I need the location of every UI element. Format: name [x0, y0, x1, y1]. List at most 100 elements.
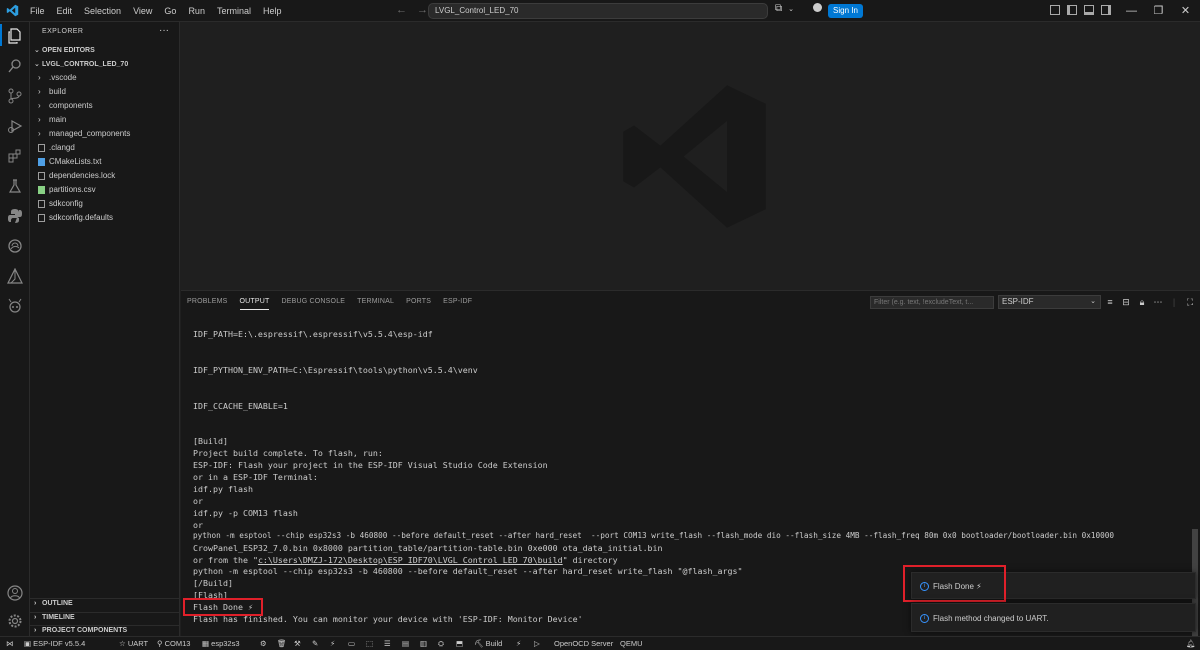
customize-layout-icon[interactable] [1050, 5, 1060, 15]
debug-icon[interactable]: ⬚ [366, 637, 373, 650]
debug-run-icon[interactable]: ▷ [534, 637, 540, 650]
tree-item-dependencies-lock[interactable]: dependencies.lock [30, 169, 180, 182]
menu-bar: File Edit Selection View Go Run Terminal… [24, 0, 287, 22]
log-line: CrowPanel_ESP32_7.0.bin 0x8000 partition… [193, 543, 663, 553]
explorer-icon[interactable] [6, 27, 24, 45]
tree-item-partitions-csv[interactable]: partitions.csv [30, 183, 180, 196]
accounts-globe-icon[interactable] [813, 3, 822, 12]
tree-item-sdkconfig-defaults[interactable]: sdkconfig.defaults [30, 211, 180, 224]
log-line-build-dir: or from the "c:\Users\DMZJ-172\Desktop\E… [193, 555, 618, 565]
account-icon[interactable] [6, 584, 24, 602]
log-line: or [193, 496, 203, 506]
menu-go[interactable]: Go [158, 0, 182, 22]
menu-file[interactable]: File [24, 0, 51, 22]
status-openocd[interactable]: OpenOCD Server [554, 637, 613, 650]
erase-icon[interactable]: ⬒ [456, 637, 463, 650]
open-editors-section[interactable]: ⌄ OPEN EDITORS [30, 46, 180, 54]
run-debug-icon[interactable] [6, 117, 24, 135]
title-bar: File Edit Selection View Go Run Terminal… [0, 0, 1200, 22]
menu-selection[interactable]: Selection [78, 0, 127, 22]
menu-edit[interactable]: Edit [51, 0, 79, 22]
source-control-icon[interactable] [6, 87, 24, 105]
status-flash-method[interactable]: ☆ UART [119, 637, 148, 650]
tree-item-components[interactable]: › components [30, 99, 180, 112]
build-button[interactable]: ⛏ Build [474, 637, 502, 650]
status-target[interactable]: ▦ esp32s3 [202, 637, 240, 650]
menu-run[interactable]: Run [182, 0, 211, 22]
activity-bar [0, 22, 30, 636]
flash-monitor-icon[interactable]: ⚡ [516, 637, 521, 650]
remote-icon[interactable]: ⋈ [6, 637, 14, 650]
copilot-icon[interactable]: ⧉ [775, 3, 782, 14]
menuconfig-icon[interactable]: ☰ [384, 637, 391, 650]
size-icon[interactable]: ▥ [420, 637, 427, 650]
chip-icon: ▦ [202, 639, 212, 648]
tree-item-vscode[interactable]: › .vscode [30, 71, 180, 84]
alien-extension-icon[interactable] [6, 297, 24, 315]
monitor-icon[interactable]: ▭ [348, 637, 355, 650]
close-icon[interactable]: ✕ [1172, 0, 1199, 22]
partition-icon[interactable]: ⛭ [438, 637, 444, 650]
more-actions-icon[interactable]: ··· [159, 25, 169, 36]
sdk-config-icon[interactable]: ⚙ [260, 637, 267, 650]
chevron-right-icon: › [38, 87, 41, 96]
build-wrench-icon[interactable]: ✎ [312, 637, 318, 650]
notification-flash-method[interactable]: i Flash method changed to UART. [911, 603, 1196, 632]
menu-help[interactable]: Help [257, 0, 288, 22]
log-line: idf.py flash [193, 484, 253, 494]
star-icon: ☆ [119, 639, 128, 648]
outline-section[interactable]: › OUTLINE [30, 598, 180, 607]
toggle-secondary-sidebar-icon[interactable] [1101, 5, 1111, 15]
sign-in-button[interactable]: Sign In [828, 4, 863, 18]
notifications-bell-icon[interactable]: 🔔︎ [1186, 637, 1196, 650]
forward-arrow-icon[interactable]: → [417, 4, 428, 16]
plug-icon: ⚲ [157, 639, 165, 648]
project-folder-section[interactable]: ⌄ LVGL_CONTROL_LED_70 [30, 60, 180, 68]
python-icon[interactable] [6, 207, 24, 225]
flash-icon[interactable]: ⚡ [330, 637, 335, 650]
timeline-section[interactable]: › TIMELINE [30, 612, 180, 621]
build-dir-link[interactable]: c:\Users\DMZJ-172\Desktop\ESP_IDF70\LVGL… [258, 555, 563, 565]
chevron-right-icon: › [34, 627, 37, 634]
tree-item-build[interactable]: › build [30, 85, 180, 98]
tree-item-clangd[interactable]: .clangd [30, 141, 180, 154]
toggle-primary-sidebar-icon[interactable] [1067, 5, 1077, 15]
menu-view[interactable]: View [127, 0, 158, 22]
settings-gear-icon[interactable] [6, 612, 24, 630]
chevron-down-icon: ⌄ [34, 47, 40, 54]
restore-icon[interactable]: ❐ [1145, 0, 1172, 22]
vscode-logo-icon [0, 0, 24, 22]
status-qemu[interactable]: QEMU [620, 637, 643, 650]
log-line: IDF_CCACHE_ENABLE=1 [193, 401, 288, 411]
command-center-search[interactable]: LVGL_Control_LED_70 [428, 3, 768, 19]
tree-item-sdkconfig[interactable]: sdkconfig [30, 197, 180, 210]
clean-icon[interactable]: 🗑︎ [277, 637, 287, 650]
status-port[interactable]: ⚲ COM13 [157, 637, 190, 650]
info-icon: i [920, 614, 929, 623]
menu-terminal[interactable]: Terminal [211, 0, 257, 22]
status-idf-version[interactable]: ▣ ESP-IDF v5.5.4 [24, 637, 85, 650]
log-line: ESP-IDF: Flash your project in the ESP-I… [193, 460, 548, 470]
project-components-section[interactable]: › PROJECT COMPONENTS [30, 625, 180, 634]
cmake-icon[interactable] [6, 267, 24, 285]
log-line: or in a ESP-IDF Terminal: [193, 472, 318, 482]
toggle-panel-icon[interactable] [1084, 5, 1094, 15]
search-icon[interactable] [6, 57, 24, 75]
editor-area[interactable] [181, 22, 1200, 290]
chevron-down-icon[interactable]: ⌄ [788, 5, 794, 13]
back-arrow-icon[interactable]: ← [396, 4, 407, 16]
file-icon [38, 214, 45, 222]
tree-item-main[interactable]: › main [30, 113, 180, 126]
log-line: idf.py -p COM13 flash [193, 508, 298, 518]
terminal-icon[interactable]: ▤ [402, 637, 409, 650]
testing-flask-icon[interactable] [6, 177, 24, 195]
esp-idf-icon[interactable] [6, 237, 24, 255]
extensions-icon[interactable] [6, 147, 24, 165]
tree-item-managed-components[interactable]: › managed_components [30, 127, 180, 140]
chevron-right-icon: › [38, 73, 41, 82]
tree-item-cmakelists[interactable]: CMakeLists.txt [30, 155, 180, 168]
log-line: or [193, 520, 203, 530]
minimize-icon[interactable]: — [1118, 0, 1145, 22]
log-line: IDF_PATH=E:\.espressif\.espressif\v5.5.4… [193, 329, 433, 339]
fullclean-icon[interactable]: ⚒ [294, 637, 301, 650]
